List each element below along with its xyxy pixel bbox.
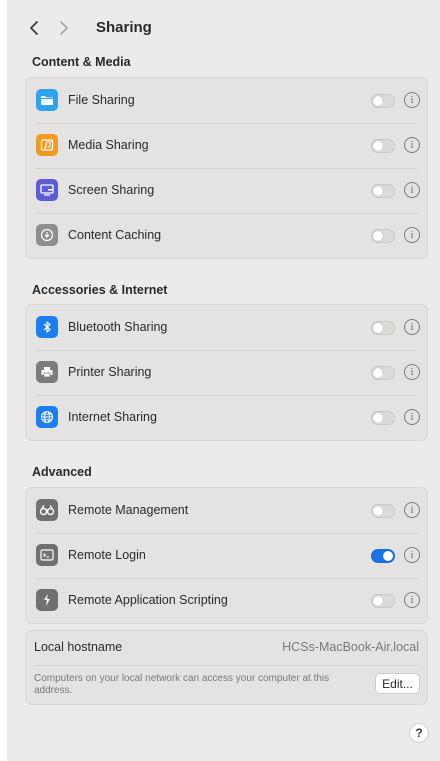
page-title: Sharing [96,19,152,36]
toggle-knob [373,323,383,333]
row-label: Remote Management [68,503,189,517]
info-button[interactable]: i [404,592,420,608]
printer-icon [36,361,58,383]
row-bluetooth-sharing[interactable]: Bluetooth Sharing i [26,305,427,350]
info-button[interactable]: i [404,92,420,108]
bluetooth-sharing-toggle[interactable] [371,321,395,335]
chevron-right-icon [60,21,68,35]
media-sharing-toggle[interactable] [371,139,395,153]
folder-icon [36,89,58,111]
info-button[interactable]: i [404,409,420,425]
edit-hostname-button[interactable]: Edit... [375,673,420,694]
bluetooth-icon [36,316,58,338]
row-remote-management[interactable]: Remote Management i [26,488,427,533]
row-remote-login[interactable]: Remote Login i [26,533,427,578]
info-button[interactable]: i [404,137,420,153]
download-icon [36,224,58,246]
info-button[interactable]: i [404,319,420,335]
forward-button[interactable] [54,18,74,38]
row-label: Remote Application Scripting [68,593,228,607]
section-title-advanced: Advanced [32,465,92,479]
row-remote-application-scripting[interactable]: Remote Application Scripting i [26,578,427,623]
file-sharing-toggle[interactable] [371,94,395,108]
info-button[interactable]: i [404,227,420,243]
printer-sharing-toggle[interactable] [371,366,395,380]
toggle-knob [383,551,393,561]
row-internet-sharing[interactable]: Internet Sharing i [26,395,427,440]
row-file-sharing[interactable]: File Sharing i [26,78,427,123]
screen-sharing-toggle[interactable] [371,184,395,198]
content-caching-toggle[interactable] [371,229,395,243]
toggle-knob [373,96,383,106]
row-label: Content Caching [68,228,162,242]
display-icon [36,179,58,201]
info-button[interactable]: i [404,547,420,563]
row-media-sharing[interactable]: Media Sharing i [26,123,427,168]
row-printer-sharing[interactable]: Printer Sharing i [26,350,427,395]
row-label: Media Sharing [68,138,149,152]
info-button[interactable]: i [404,364,420,380]
chevron-left-icon [30,21,38,35]
remote-management-toggle[interactable] [371,504,395,518]
title-bar: Sharing [7,0,440,56]
remote-application-scripting-toggle[interactable] [371,594,395,608]
help-button[interactable]: ? [409,723,429,743]
script-icon [36,589,58,611]
row-content-caching[interactable]: Content Caching i [26,213,427,258]
toggle-knob [373,368,383,378]
back-button[interactable] [24,18,44,38]
sharing-window: Sharing Content & Media File Sharing i M… [7,0,440,761]
globe-icon [36,406,58,428]
toggle-knob [373,413,383,423]
divider [34,665,419,666]
row-label: Bluetooth Sharing [68,320,168,334]
row-label: File Sharing [68,93,135,107]
accessories-internet-group: Bluetooth Sharing i Printer Sharing i In… [25,304,428,441]
row-label: Internet Sharing [68,410,157,424]
row-label: Remote Login [68,548,146,562]
toggle-knob [373,141,383,151]
toggle-knob [373,596,383,606]
row-label: Screen Sharing [68,183,155,197]
section-title-content-media: Content & Media [32,55,131,69]
toggle-knob [373,506,383,516]
local-hostname-group: Local hostname HCSs-MacBook-Air.local Co… [25,630,428,705]
section-title-accessories-internet: Accessories & Internet [32,283,168,297]
terminal-icon [36,544,58,566]
advanced-group: Remote Management i Remote Login i Remot… [25,487,428,624]
local-hostname-label: Local hostname [34,640,123,654]
toggle-knob [373,231,383,241]
remote-login-toggle[interactable] [371,549,395,563]
row-label: Printer Sharing [68,365,152,379]
local-hostname-value: HCSs-MacBook-Air.local [282,640,419,654]
row-screen-sharing[interactable]: Screen Sharing i [26,168,427,213]
info-button[interactable]: i [404,182,420,198]
info-button[interactable]: i [404,502,420,518]
music-icon [36,134,58,156]
local-hostname-description: Computers on your local network can acce… [34,673,330,696]
binoculars-icon [36,499,58,521]
content-media-group: File Sharing i Media Sharing i Screen Sh… [25,77,428,259]
internet-sharing-toggle[interactable] [371,411,395,425]
toggle-knob [373,186,383,196]
